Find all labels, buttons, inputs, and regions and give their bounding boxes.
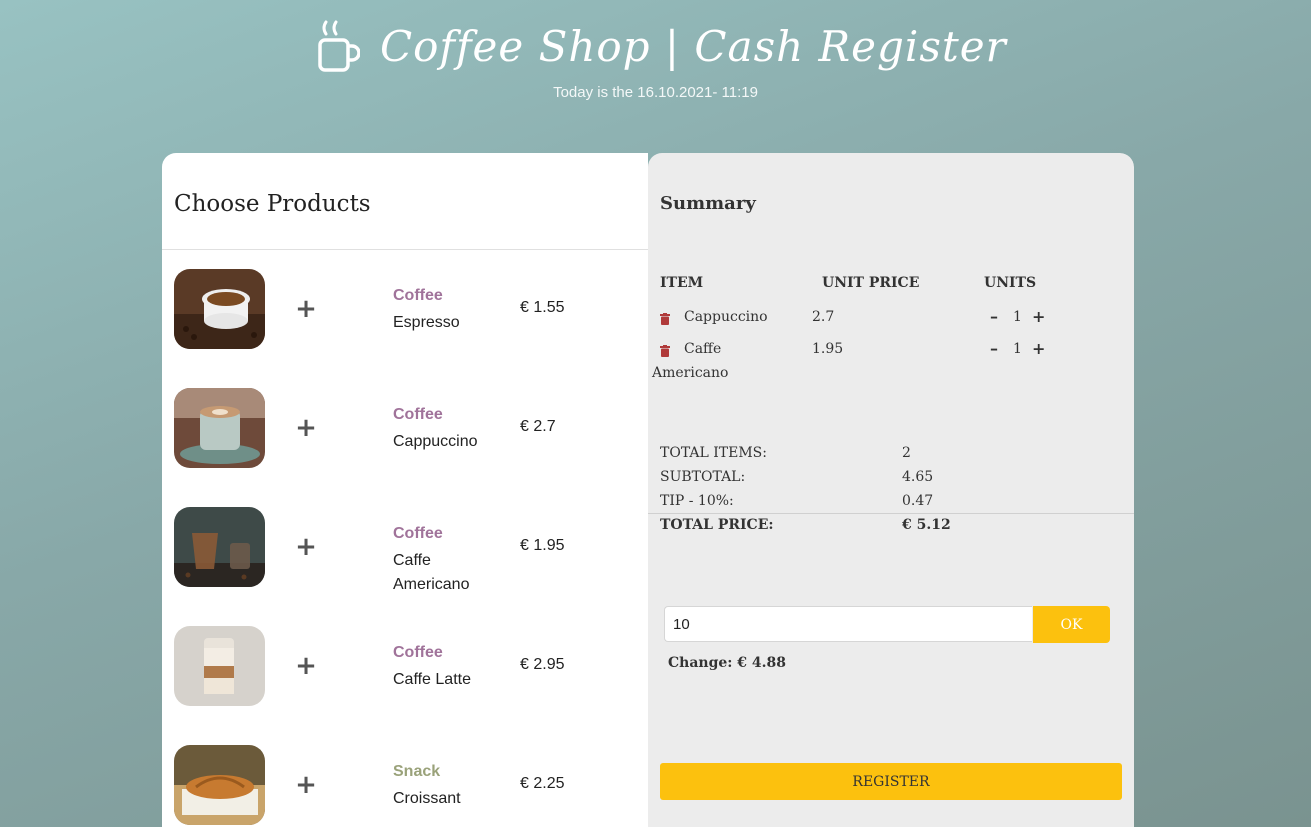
summary-units: 1 (1013, 309, 1022, 325)
product-price: € 2.25 (520, 775, 565, 792)
coffee-cup-icon (318, 20, 360, 72)
total-price-value: € 5.12 (902, 517, 951, 533)
product-name: Croissant (393, 790, 461, 807)
summary-unit-price: 1.95 (812, 341, 844, 357)
trash-icon[interactable] (660, 313, 670, 325)
product-category: Snack (393, 763, 441, 780)
product-row: + Coffee Caffe Latte € 2.95 (162, 626, 648, 706)
increase-units-button[interactable]: + (1032, 339, 1045, 358)
increase-units-button[interactable]: + (1032, 307, 1045, 326)
products-panel: Choose Products + Coffee Espresso € 1.55 (162, 153, 648, 827)
subtotal-value: 4.65 (902, 469, 934, 485)
add-product-button[interactable]: + (295, 412, 317, 444)
summary-item-name-continued: Americano (652, 365, 729, 381)
date-line: Today is the 16.10.2021- 11:19 (553, 84, 758, 101)
total-items-value: 2 (902, 445, 911, 461)
app-title: Coffee Shop | Cash Register (380, 21, 1007, 71)
column-header-units: UNITS (984, 275, 1037, 291)
cappuccino-photo (174, 388, 265, 468)
summary-item-name: Caffe (684, 341, 722, 357)
register-button[interactable]: REGISTER (660, 763, 1122, 800)
product-row: + Coffee Caffe Americano € 1.95 (162, 507, 648, 593)
column-header-item: ITEM (660, 275, 704, 291)
product-name: Espresso (393, 314, 460, 331)
product-row: + Coffee Cappuccino € 2.7 (162, 388, 648, 468)
product-row: + Coffee Espresso € 1.55 (162, 269, 648, 349)
trash-icon[interactable] (660, 345, 670, 357)
add-product-button[interactable]: + (295, 769, 317, 801)
decrease-units-button[interactable]: – (990, 307, 998, 326)
register-card: Choose Products + Coffee Espresso € 1.55 (162, 153, 1134, 827)
title-row: Coffee Shop | Cash Register (316, 18, 1007, 74)
add-product-button[interactable]: + (295, 650, 317, 682)
product-category: Coffee (393, 644, 443, 661)
summary-title: Summary (660, 193, 756, 214)
product-name: Caffe Americano (393, 552, 470, 593)
espresso-photo (174, 269, 265, 349)
app-header: Coffee Shop | Cash Register Today is the… (0, 0, 1311, 140)
latte-photo (174, 626, 265, 706)
product-price: € 2.7 (520, 418, 556, 435)
product-category: Coffee (393, 525, 443, 542)
totals-divider (648, 513, 1134, 514)
products-title: Choose Products (174, 191, 371, 217)
total-price-label: TOTAL PRICE: (660, 517, 774, 533)
americano-photo (174, 507, 265, 587)
product-category: Coffee (393, 287, 443, 304)
summary-item-name: Cappuccino (684, 309, 768, 325)
decrease-units-button[interactable]: – (990, 339, 998, 358)
summary-panel: Summary ITEM UNIT PRICE UNITS Cappuccino… (648, 153, 1134, 827)
product-row: + Snack Croissant € 2.25 (162, 745, 648, 825)
product-price: € 1.55 (520, 299, 565, 316)
ok-button[interactable]: OK (1033, 606, 1110, 643)
product-category: Coffee (393, 406, 443, 423)
tip-value: 0.47 (902, 493, 934, 509)
product-price: € 1.95 (520, 537, 565, 554)
tip-label: TIP - 10%: (660, 493, 734, 509)
product-price: € 2.95 (520, 656, 565, 673)
add-product-button[interactable]: + (295, 293, 317, 325)
add-product-button[interactable]: + (295, 531, 317, 563)
products-header: Choose Products (162, 153, 648, 250)
product-name: Caffe Latte (393, 671, 471, 688)
summary-units: 1 (1013, 341, 1022, 357)
product-name: Cappuccino (393, 433, 478, 450)
column-header-unit-price: UNIT PRICE (822, 275, 920, 291)
croissant-photo (174, 745, 265, 825)
summary-unit-price: 2.7 (812, 309, 835, 325)
subtotal-label: SUBTOTAL: (660, 469, 746, 485)
change-text: Change: € 4.88 (668, 655, 787, 671)
total-items-label: TOTAL ITEMS: (660, 445, 767, 461)
cash-input[interactable] (664, 606, 1032, 642)
